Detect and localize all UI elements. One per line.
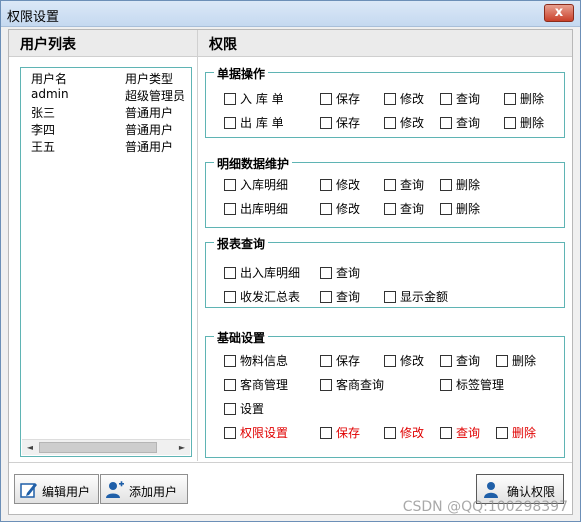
checkbox-settings[interactable]: 设置	[224, 400, 264, 416]
checkbox-io-detail-query[interactable]: 查询	[320, 264, 360, 280]
checkbox-permission-delete[interactable]: 删除	[496, 424, 536, 440]
checkbox-material-edit[interactable]: 修改	[384, 352, 424, 368]
panel-splitter[interactable]	[197, 30, 198, 461]
user-type: 超级管理员	[125, 89, 186, 103]
checkbox-inbound-detail-edit[interactable]: 修改	[320, 176, 360, 192]
user-list-title: 用户列表	[20, 37, 76, 53]
user-type: 普通用户	[125, 140, 174, 154]
permissions-title: 权限	[209, 37, 237, 53]
checkbox-permission-settings[interactable]: 权限设置	[224, 424, 288, 440]
checkbox-summary-query[interactable]: 查询	[320, 288, 360, 304]
username: 李四	[31, 123, 56, 137]
add-user-label: 添加用户	[129, 485, 178, 499]
checkbox-io-detail-report[interactable]: 出入库明细	[224, 264, 300, 280]
permissions-header: 权限	[198, 30, 572, 57]
checkbox-permission-save[interactable]: 保存	[320, 424, 360, 440]
username: admin	[31, 87, 69, 101]
add-user-icon	[106, 481, 124, 498]
column-username[interactable]: 用户名	[31, 70, 67, 87]
checkbox-customer-query[interactable]: 客商查询	[320, 376, 384, 392]
group-title: 单据操作	[214, 65, 269, 82]
group-title: 明细数据维护	[214, 155, 293, 172]
user-list-header: 用户列表	[9, 30, 197, 57]
group-title: 报表查询	[214, 235, 269, 252]
horizontal-scrollbar[interactable]: ◄ ►	[22, 439, 190, 455]
checkbox-outbound-detail[interactable]: 出库明细	[224, 200, 288, 216]
checkbox-outbound-delete[interactable]: 删除	[504, 114, 544, 130]
user-type: 普通用户	[125, 123, 174, 137]
checkbox-inbound-edit[interactable]: 修改	[384, 90, 424, 106]
group-basic-settings: 基础设置 物料信息 保存 修改 查询 删除 客商管理 客商查询 标签管理 设置 …	[205, 329, 565, 458]
checkbox-inbound-delete[interactable]: 删除	[504, 90, 544, 106]
scroll-left-icon[interactable]: ◄	[22, 440, 38, 455]
checkbox-outbound-detail-edit[interactable]: 修改	[320, 200, 360, 216]
checkbox-outbound-save[interactable]: 保存	[320, 114, 360, 130]
edit-user-button[interactable]: 编辑用户	[14, 474, 99, 504]
checkbox-material-info[interactable]: 物料信息	[224, 352, 288, 368]
group-title: 基础设置	[214, 329, 269, 346]
group-detail-maintenance: 明细数据维护 入库明细 修改 查询 删除 出库明细 修改 查询 删除	[205, 155, 565, 228]
title-bar[interactable]: 权限设置 x	[1, 1, 580, 27]
add-user-button[interactable]: 添加用户	[100, 474, 188, 504]
checkbox-material-delete[interactable]: 删除	[496, 352, 536, 368]
username: 张三	[31, 106, 56, 120]
checkbox-customer-manage[interactable]: 客商管理	[224, 376, 288, 392]
checkbox-inbound-save[interactable]: 保存	[320, 90, 360, 106]
confirm-permissions-label: 确认权限	[507, 485, 556, 499]
user-type: 普通用户	[125, 106, 174, 120]
close-button[interactable]: x	[544, 4, 574, 22]
edit-icon	[20, 483, 37, 498]
checkbox-permission-query[interactable]: 查询	[440, 424, 480, 440]
username: 王五	[31, 140, 56, 154]
group-report-query: 报表查询 出入库明细 查询 收发汇总表 查询 显示金额	[205, 235, 565, 308]
checkbox-label-manage[interactable]: 标签管理	[440, 376, 504, 392]
checkbox-inbound-detail[interactable]: 入库明细	[224, 176, 288, 192]
checkbox-outbound-doc[interactable]: 出 库 单	[224, 114, 284, 130]
checkbox-material-query[interactable]: 查询	[440, 352, 480, 368]
close-icon[interactable]: x	[555, 5, 563, 20]
permission-settings-window: 权限设置 x 用户列表 权限 用户名 用户类型 admin 超级管理员 张三 普…	[0, 0, 581, 522]
checkbox-material-save[interactable]: 保存	[320, 352, 360, 368]
edit-user-label: 编辑用户	[42, 485, 91, 499]
scroll-thumb[interactable]	[39, 442, 157, 453]
window-title: 权限设置	[7, 10, 60, 25]
user-check-icon	[484, 482, 498, 498]
group-document-operations: 单据操作 入 库 单 保存 修改 查询 删除 出 库 单 保存 修改 查询 删除	[205, 65, 565, 138]
checkbox-inbound-detail-query[interactable]: 查询	[384, 176, 424, 192]
checkbox-inbound-detail-delete[interactable]: 删除	[440, 176, 480, 192]
checkbox-outbound-edit[interactable]: 修改	[384, 114, 424, 130]
scroll-right-icon[interactable]: ►	[174, 440, 190, 455]
client-area: 用户列表 权限 用户名 用户类型 admin 超级管理员 张三 普通用户 李四 …	[8, 29, 573, 515]
checkbox-outbound-detail-delete[interactable]: 删除	[440, 200, 480, 216]
bottom-divider	[9, 462, 572, 463]
checkbox-summary-report[interactable]: 收发汇总表	[224, 288, 300, 304]
checkbox-outbound-query[interactable]: 查询	[440, 114, 480, 130]
checkbox-outbound-detail-query[interactable]: 查询	[384, 200, 424, 216]
user-list[interactable]: 用户名 用户类型 admin 超级管理员 张三 普通用户 李四 普通用户 王五 …	[20, 67, 192, 457]
checkbox-permission-edit[interactable]: 修改	[384, 424, 424, 440]
watermark: CSDN @QQ:100298397	[402, 499, 568, 515]
checkbox-inbound-doc[interactable]: 入 库 单	[224, 90, 284, 106]
checkbox-inbound-query[interactable]: 查询	[440, 90, 480, 106]
column-user-type[interactable]: 用户类型	[125, 70, 173, 87]
checkbox-show-amount[interactable]: 显示金额	[384, 288, 448, 304]
